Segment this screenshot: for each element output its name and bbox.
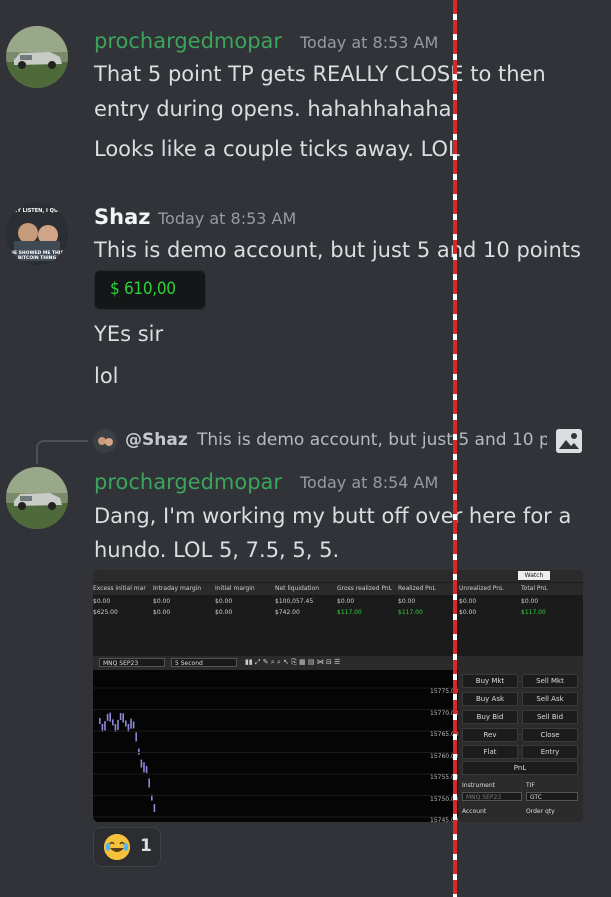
avatar-prochargedmopar[interactable] [6, 26, 68, 88]
candle [125, 720, 127, 727]
candle [148, 778, 150, 788]
table-header[interactable]: Initial margin [215, 585, 255, 592]
table-header[interactable]: Net liquidation [275, 585, 319, 592]
candle [140, 759, 143, 768]
table-cell: $0.00 [521, 598, 539, 605]
timestamp: Today at 8:53 AM [158, 209, 297, 228]
candle [104, 721, 106, 732]
candle [153, 803, 156, 812]
table-cell: $625.00 [93, 609, 118, 616]
order-panel: Buy Mkt Sell Mkt Buy Ask Sell Ask Buy Bid Sel… [458, 670, 583, 822]
tif-field[interactable]: GTC [526, 792, 578, 801]
candle [112, 719, 114, 726]
table-cell: $0.00 [153, 609, 171, 616]
candle [99, 718, 101, 724]
table-cell: $742.00 [275, 609, 300, 616]
table-cell: $0.00 [153, 598, 171, 605]
table-cell: $0.00 [459, 609, 477, 616]
entry-label[interactable]: Entry [522, 745, 578, 759]
attached-screenshot[interactable]: Watch Excess initial mar Intraday margin I… [93, 570, 583, 822]
order-button[interactable]: Buy Mkt [462, 674, 518, 688]
table-cell: $100,057.45 [275, 598, 314, 605]
table-header[interactable]: Excess initial mar [93, 585, 146, 592]
table-cell: $0.00 [215, 609, 233, 616]
reaction-joy[interactable]: 1 [93, 827, 161, 867]
message-line: Dang, I'm working my butt off over here … [94, 504, 572, 528]
message-line: lol [94, 364, 119, 388]
table-header[interactable]: Intraday margin [153, 585, 201, 592]
message-line: Looks like a couple ticks away. LOL [94, 137, 460, 161]
order-button[interactable]: Close [522, 728, 578, 742]
pnl-label: PnL [462, 761, 578, 775]
order-button[interactable]: Rev [462, 728, 518, 742]
order-button[interactable]: Sell Bid [522, 710, 578, 724]
table-cell: $0.00 [459, 598, 477, 605]
timestamp: Today at 8:54 AM [300, 473, 439, 492]
account-label: Account [462, 808, 487, 815]
candle [119, 713, 122, 721]
order-qty-label: Order qty [526, 808, 555, 815]
chart-toolbar: MNQ SEP23 5 Second ▮▮ ⤢ ✎ ⌕ ⌕ ↖ ⎘ ▦ ▤ ⋈ … [93, 656, 583, 670]
reaction-count: 1 [140, 836, 152, 856]
table-cell: $117.00 [521, 609, 546, 616]
reply-mention[interactable]: @Shaz [125, 430, 188, 450]
avatar-caption-top: HEY LISTEN, I QUIT. [9, 208, 65, 214]
table-header[interactable]: Total PnL [521, 585, 548, 592]
order-button[interactable]: Sell Mkt [522, 674, 578, 688]
instrument-select[interactable]: MNQ SEP23 [99, 658, 165, 667]
message-line: YEs sir [94, 322, 164, 346]
reply-preview[interactable]: This is demo account, but just 5 and 10 … [197, 430, 547, 450]
table-cell: $0.00 [398, 598, 416, 605]
dashed-divider [453, 0, 457, 897]
table-cell: $0.00 [215, 598, 233, 605]
candle [106, 713, 109, 721]
account-table: Watch Excess initial mar Intraday margin I… [93, 570, 583, 660]
message-line: entry during opens. hahahhahaha [94, 97, 452, 121]
message-line: hundo. LOL 5, 7.5, 5, 5. [94, 538, 340, 562]
table-cell: $117.00 [337, 609, 362, 616]
interval-select[interactable]: 5 Second [171, 658, 237, 667]
order-button[interactable]: Sell Ask [522, 692, 578, 706]
table-header[interactable]: Unrealized PnL [459, 585, 503, 592]
money-image[interactable]: $ 610,00 [94, 270, 206, 310]
message-line: This is demo account, but just 5 and 10 … [94, 238, 581, 262]
candle [145, 766, 148, 774]
table-cell: $0.00 [337, 598, 355, 605]
reply-connector [36, 440, 88, 464]
candle [130, 718, 132, 729]
candle [135, 732, 137, 742]
candle [122, 713, 124, 723]
username[interactable]: prochargedmopar [94, 470, 282, 494]
order-button[interactable]: Buy Ask [462, 692, 518, 706]
image-icon [556, 429, 582, 453]
order-button[interactable]: Buy Bid [462, 710, 518, 724]
candle [132, 721, 135, 729]
instrument-label: Instrument [462, 782, 496, 789]
reply-avatar[interactable] [93, 429, 117, 453]
flat-label[interactable]: Flat [462, 745, 518, 759]
watch-button[interactable]: Watch [518, 571, 550, 580]
avatar-caption-bottom: HE SHOWED ME THIS BITCOIN THING [10, 251, 64, 261]
username[interactable]: Shaz [94, 205, 150, 229]
price-chart[interactable] [93, 670, 458, 822]
avatar-prochargedmopar[interactable] [6, 467, 68, 529]
table-cell: $117.00 [398, 609, 423, 616]
timestamp: Today at 8:53 AM [300, 33, 439, 52]
avatar-shaz[interactable]: HEY LISTEN, I QUIT. HE SHOWED ME THIS BI… [6, 203, 68, 265]
joy-icon [104, 834, 130, 860]
toolbar-icons: ▮▮ ⤢ ✎ ⌕ ⌕ ↖ ⎘ ▦ ▤ ⋈ ⊟ ☰ [245, 658, 341, 666]
username[interactable]: prochargedmopar [94, 29, 282, 53]
tif-label: TIF [526, 782, 535, 789]
money-value: $ 610,00 [110, 279, 176, 299]
candle [143, 762, 145, 773]
message-line: That 5 point TP gets REALLY CLOSE to the… [94, 62, 546, 86]
candle [117, 719, 119, 730]
instrument-field[interactable]: MNQ SEP23 [462, 792, 522, 801]
candle [138, 748, 140, 755]
table-cell: $0.00 [93, 598, 111, 605]
candle [109, 712, 111, 722]
table-header[interactable]: Realized PnL [398, 585, 436, 592]
table-header[interactable]: Gross realized PnL [337, 585, 392, 592]
